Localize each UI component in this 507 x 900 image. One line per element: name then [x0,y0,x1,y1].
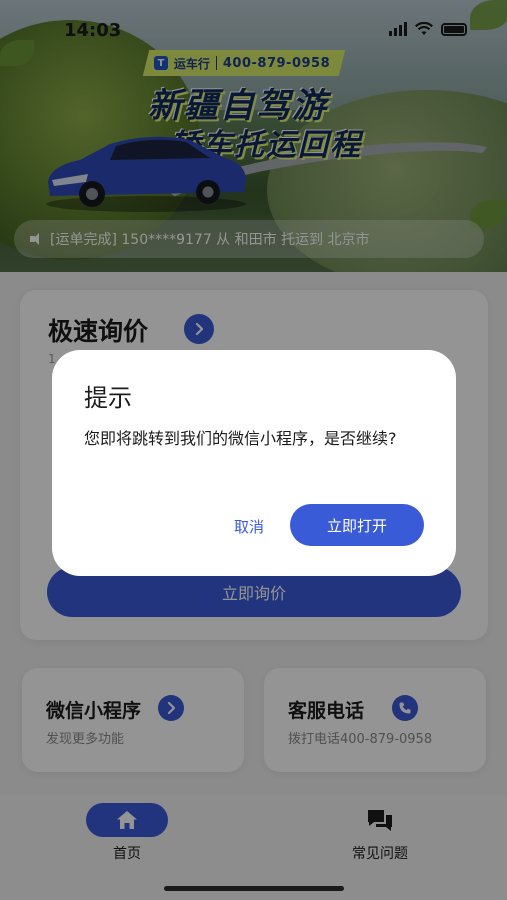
home-indicator[interactable] [164,886,344,891]
cancel-button[interactable]: 取消 [218,506,280,546]
open-now-button[interactable]: 立即打开 [290,504,424,546]
confirm-dialog: 提示 您即将跳转到我们的微信小程序，是否继续? 取消 立即打开 [52,350,456,576]
dialog-title: 提示 [84,384,132,412]
dialog-message: 您即将跳转到我们的微信小程序，是否继续? [84,429,397,448]
